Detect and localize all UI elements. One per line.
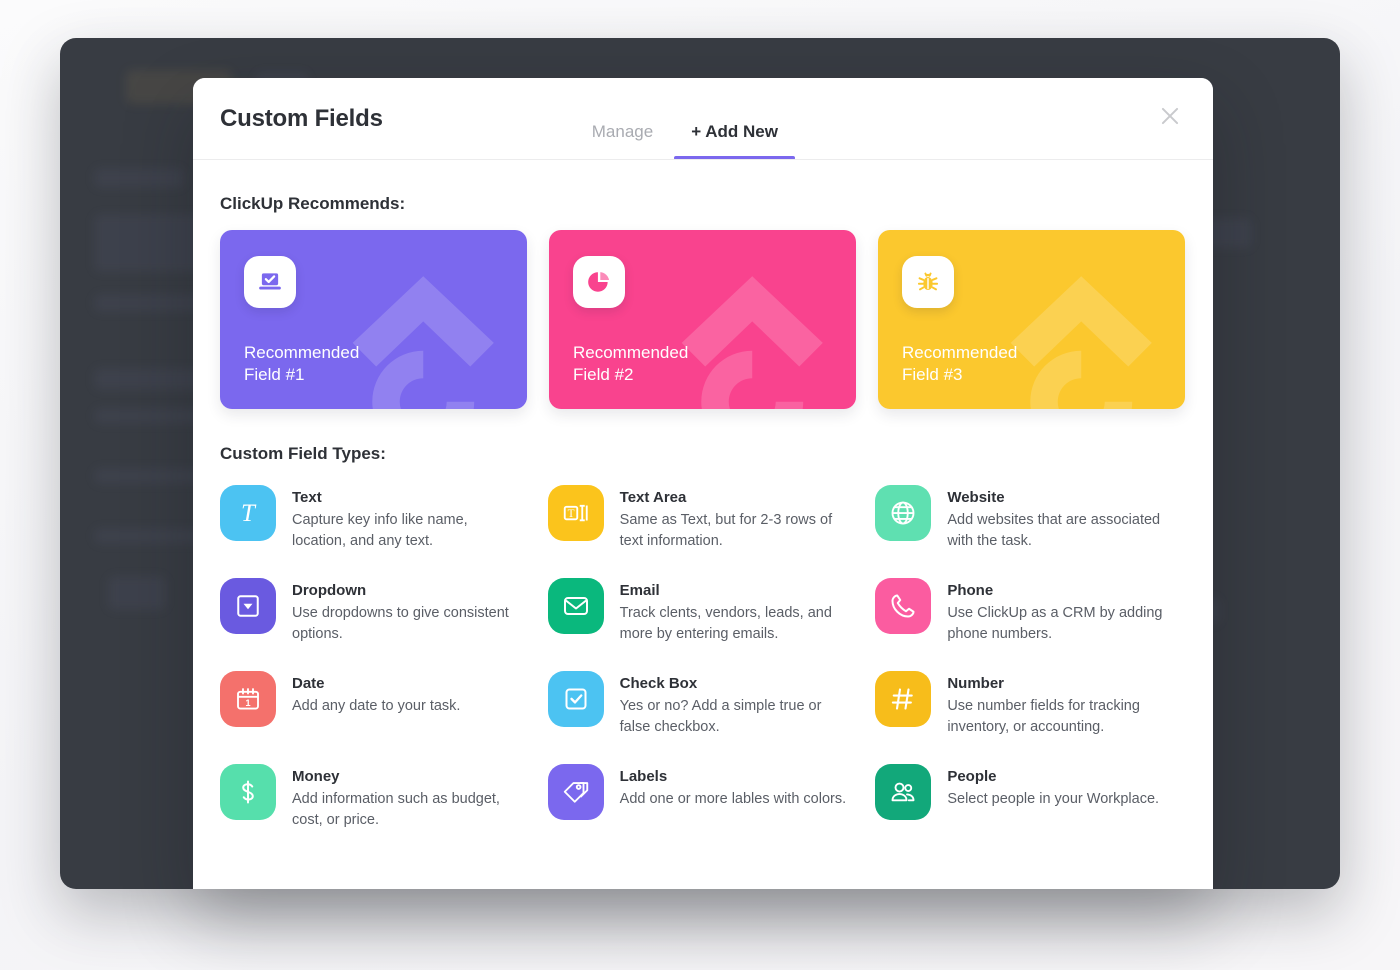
field-type-label: Date: [292, 674, 325, 692]
clickup-logo-watermark-icon: [1010, 276, 1152, 409]
close-icon[interactable]: [1153, 99, 1187, 133]
laptop-check-icon: [244, 256, 296, 308]
field-type-label: Phone: [947, 581, 994, 599]
field-type-date[interactable]: 1 Date Add any date to your task.: [220, 668, 530, 739]
field-type-description: Add any date to your task.: [292, 697, 461, 714]
field-type-label: Text Area: [619, 489, 687, 506]
field-type-label: Labels: [619, 767, 668, 785]
field-type-check-box[interactable]: Check Box Yes or no? Add a simple true o…: [547, 668, 858, 739]
field-type-dropdown[interactable]: Dropdown Use dropdowns to give consisten…: [220, 575, 530, 646]
field-types-heading: Custom Field Types:: [220, 444, 386, 463]
field-type-text-area[interactable]: T Text Area Same as Text, but for 2-3 ro…: [547, 482, 858, 553]
tab-add-new[interactable]: + Add New: [672, 123, 797, 160]
field-type-website[interactable]: Website Add websites that are associated…: [875, 482, 1185, 553]
tags-icon: [547, 763, 604, 820]
field-type-labels[interactable]: Labels Add one or more lables with color…: [547, 761, 858, 832]
hash-icon: [875, 670, 932, 727]
field-type-description: Use ClickUp as a CRM by adding phone num…: [947, 604, 1163, 643]
phone-icon: [875, 577, 932, 634]
people-icon: [875, 763, 932, 820]
field-type-money[interactable]: Money Add information such as budget, co…: [220, 761, 530, 832]
clickup-logo-watermark-icon: [681, 276, 823, 409]
svg-text:T: T: [241, 500, 257, 527]
field-type-description: Same as Text, but for 2-3 rows of text i…: [619, 512, 833, 550]
svg-text:1: 1: [245, 698, 250, 708]
tab-manage[interactable]: Manage: [573, 123, 672, 160]
field-type-label: Check Box: [619, 674, 698, 692]
recommended-card-1-label: Recommended Field #1: [244, 342, 360, 384]
globe-icon: [875, 485, 932, 541]
recommended-card-2[interactable]: Recommended Field #2: [549, 230, 856, 409]
clickup-logo-watermark-icon: [352, 276, 494, 409]
custom-fields-modal: Custom Fields Manage + Add New ClickUp R…: [193, 78, 1213, 889]
field-type-label: Number: [947, 674, 1005, 692]
field-type-description: Use number fields for tracking inventory…: [947, 697, 1140, 736]
field-type-label: People: [947, 767, 997, 785]
text-area-icon: T: [547, 485, 604, 541]
dollar-icon: [220, 763, 276, 820]
field-type-label: Money: [292, 767, 340, 785]
serif-t-icon: T: [220, 485, 276, 541]
envelope-icon: [547, 577, 604, 634]
field-type-description: Yes or no? Add a simple true or false ch…: [619, 697, 822, 736]
modal-header: Custom Fields Manage + Add New: [193, 78, 1213, 160]
modal-body: ClickUp Recommends: Recommended Field #1…: [193, 160, 1213, 889]
field-type-text[interactable]: T Text Capture key info like name, locat…: [220, 482, 530, 553]
recommended-card-1[interactable]: Recommended Field #1: [220, 230, 527, 409]
field-type-description: Select people in your Workplace.: [947, 790, 1160, 807]
field-type-description: Add one or more lables with colors.: [619, 790, 847, 807]
recommends-heading: ClickUp Recommends:: [220, 194, 406, 213]
field-type-description: Add websites that are associated with th…: [947, 512, 1161, 550]
field-type-description: Use dropdowns to give consistent options…: [292, 604, 509, 643]
field-type-description: Track clents, vendors, leads, and more b…: [619, 604, 832, 643]
checkbox-icon: [547, 670, 604, 727]
pie-chart-icon: [573, 256, 625, 308]
field-type-people[interactable]: People Select people in your Workplace.: [875, 761, 1185, 832]
recommended-card-3-label: Recommended Field #3: [902, 342, 1018, 384]
page-title: Custom Fields: [220, 105, 383, 132]
field-type-label: Website: [947, 489, 1005, 506]
recommended-card-2-label: Recommended Field #2: [573, 342, 689, 384]
field-type-phone[interactable]: Phone Use ClickUp as a CRM by adding pho…: [875, 575, 1185, 646]
field-type-description: Add information such as budget, cost, or…: [292, 790, 500, 829]
bug-icon: [902, 256, 954, 308]
field-type-label: Email: [619, 581, 660, 599]
dropdown-caret-icon: [220, 577, 276, 634]
field-type-label: Dropdown: [292, 581, 367, 599]
field-type-email[interactable]: Email Track clents, vendors, leads, and …: [547, 575, 858, 646]
recommended-cards-row: Recommended Field #1 Recommended Field #…: [220, 230, 1185, 409]
recommended-card-3[interactable]: Recommended Field #3: [878, 230, 1185, 409]
field-types-grid: T Text Capture key info like name, locat…: [220, 482, 1185, 832]
field-type-description: Capture key info like name, location, an…: [292, 512, 468, 550]
modal-tabs: Manage + Add New: [573, 78, 797, 160]
svg-text:T: T: [567, 508, 574, 520]
field-type-number[interactable]: Number Use number fields for tracking in…: [875, 668, 1185, 739]
calendar-icon: 1: [220, 670, 276, 727]
page-root: Custom Fields Manage + Add New ClickUp R…: [0, 0, 1400, 970]
field-type-label: Text: [292, 489, 322, 506]
